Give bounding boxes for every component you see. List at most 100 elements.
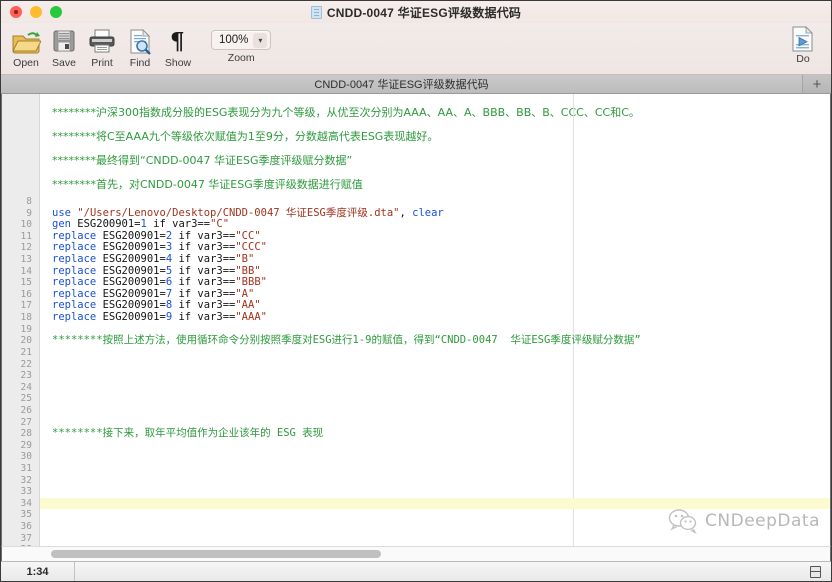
token-pln: ESG200901= (96, 241, 166, 254)
comment-line: ********沪深300指数成分股的ESG表现分为九个等级，从优至次分别为AA… (40, 100, 830, 124)
token-kw: replace (52, 276, 97, 289)
code-line[interactable]: ********按照上述方法，使用循环命令分别按照季度对ESG进行1-9的赋值，… (40, 335, 830, 347)
token-str: "CCC" (235, 241, 267, 254)
code-line[interactable] (40, 463, 830, 475)
do-file-play-icon (791, 25, 815, 53)
code-line[interactable] (40, 451, 830, 463)
open-button[interactable]: Open (7, 25, 45, 69)
find-button[interactable]: Find (121, 25, 159, 69)
horizontal-scrollbar-thumb[interactable] (51, 550, 381, 558)
code-line[interactable] (40, 359, 830, 371)
line-number: 20 (20, 335, 32, 347)
token-cmt: ********接下来，取年平均值作为企业该年的 ESG 表现 (52, 427, 324, 440)
comment-line: ********最终得到“CNDD-0047 华证ESG季度评级赋分数据” (40, 148, 830, 172)
token-pln: if var3== (172, 287, 236, 300)
chevron-down-icon[interactable]: ▾ (253, 32, 268, 48)
window-title: CNDD-0047 华证ESG评级数据代码 (326, 5, 522, 20)
token-pln: if var3== (172, 311, 236, 324)
printer-icon (88, 26, 116, 56)
token-str: "CC" (235, 229, 261, 242)
show-button[interactable]: ¶ Show (159, 25, 197, 69)
line-number: 11 (20, 230, 32, 242)
tab-label: CNDD-0047 华证ESG评级数据代码 (314, 79, 489, 91)
code-line[interactable] (40, 486, 830, 498)
code-line[interactable] (40, 521, 830, 533)
token-pln: ESG200901= (96, 276, 166, 289)
code-line[interactable] (40, 475, 830, 487)
token-pln: if var3== (172, 241, 236, 254)
save-button[interactable]: Save (45, 25, 83, 69)
main-toolbar: Open Save Print Find ¶ Show 100% ▾ Zoom … (1, 23, 831, 75)
token-pln: ESG200901= (96, 253, 166, 266)
find-label: Find (129, 57, 151, 69)
tab-document[interactable]: CNDD-0047 华证ESG评级数据代码 (1, 75, 803, 93)
token-pln: ESG200901= (96, 287, 166, 300)
token-pln: ESG200901= (96, 229, 166, 242)
line-number: 18 (20, 312, 32, 324)
maximize-button[interactable] (50, 6, 62, 18)
comment-line: ********首先，对CNDD-0047 华证ESG季度评级数据进行赋值 (40, 172, 830, 196)
line-number: 36 (20, 521, 32, 533)
floppy-disk-icon (51, 26, 77, 56)
token-pln: ESG200901= (70, 218, 141, 231)
code-content[interactable]: ********沪深300指数成分股的ESG表现分为九个等级，从优至次分别为AA… (40, 94, 830, 546)
token-cmt: ********按照上述方法，使用循环命令分别按照季度对ESG进行1-9的赋值，… (52, 334, 641, 347)
line-number: 19 (20, 323, 32, 335)
line-number: 29 (20, 439, 32, 451)
do-button[interactable]: Do (783, 25, 823, 65)
line-number: 27 (20, 416, 32, 428)
code-line[interactable] (40, 347, 830, 359)
token-str: "AAA" (235, 311, 267, 324)
line-number: 8 (26, 196, 32, 207)
code-line[interactable] (40, 393, 830, 405)
line-number: 9 (26, 207, 32, 219)
token-str: "BB" (235, 264, 261, 277)
pilcrow-icon: ¶ (168, 26, 188, 56)
line-number: 34 (20, 497, 32, 509)
comment-text: ********首先，对CNDD-0047 华证ESG季度评级数据进行赋值 (52, 178, 363, 191)
comment-text: ********将C至AAA九个等级依次赋值为1至9分，分数越高代表ESG表现越… (52, 130, 439, 143)
token-pln: ESG200901= (96, 299, 166, 312)
code-line[interactable] (40, 544, 830, 546)
cursor-position: 1:34 (1, 562, 75, 581)
horizontal-scrollbar[interactable] (1, 546, 831, 561)
minimize-button[interactable] (30, 6, 42, 18)
code-line[interactable]: ********接下来，取年平均值作为企业该年的 ESG 表现 (40, 427, 830, 440)
open-label: Open (13, 57, 39, 69)
token-pln: if var3== (172, 229, 236, 242)
print-button[interactable]: Print (83, 25, 121, 69)
token-kw: use (52, 206, 71, 219)
zoom-label: Zoom (227, 52, 255, 64)
code-line[interactable] (40, 497, 830, 510)
token-pln: ESG200901= (96, 311, 166, 324)
line-number: 25 (20, 393, 32, 405)
status-bar-right[interactable] (810, 562, 821, 581)
close-button[interactable] (10, 6, 22, 18)
gutter-spacer (2, 96, 39, 196)
code-line[interactable] (40, 405, 830, 417)
token-pln: if var3== (172, 264, 236, 277)
open-folder-icon (11, 26, 41, 56)
code-lines[interactable]: use "/Users/Lenovo/Desktop/CNDD-0047 华证E… (40, 196, 830, 546)
code-editor[interactable]: 8 9 10 11 12 13 14 15 16 17 18 19 20 21 22 23 24 25 26 27 28… (1, 94, 831, 546)
line-number: 28 (20, 428, 32, 440)
code-line[interactable] (40, 509, 830, 521)
new-tab-button[interactable]: + (803, 75, 831, 93)
zoom-value: 100% (219, 34, 249, 46)
code-line[interactable]: replace ESG200901=9 if var3=="AAA" (40, 311, 830, 324)
zoom-control[interactable]: 100% ▾ Zoom (211, 25, 272, 64)
code-line[interactable] (40, 533, 830, 545)
line-number: 15 (20, 277, 32, 289)
line-number: 16 (20, 288, 32, 300)
print-label: Print (91, 57, 113, 69)
show-label: Show (164, 57, 192, 69)
line-number: 35 (20, 509, 32, 521)
code-line[interactable] (40, 370, 830, 382)
code-line[interactable] (40, 440, 830, 452)
line-wrap-icon[interactable] (810, 565, 821, 578)
token-pln: if var3== (172, 253, 236, 266)
code-line[interactable] (40, 382, 830, 394)
document-icon (310, 5, 322, 19)
zoom-dropdown[interactable]: 100% ▾ (211, 30, 272, 50)
status-bar: 1:34 (1, 561, 831, 581)
